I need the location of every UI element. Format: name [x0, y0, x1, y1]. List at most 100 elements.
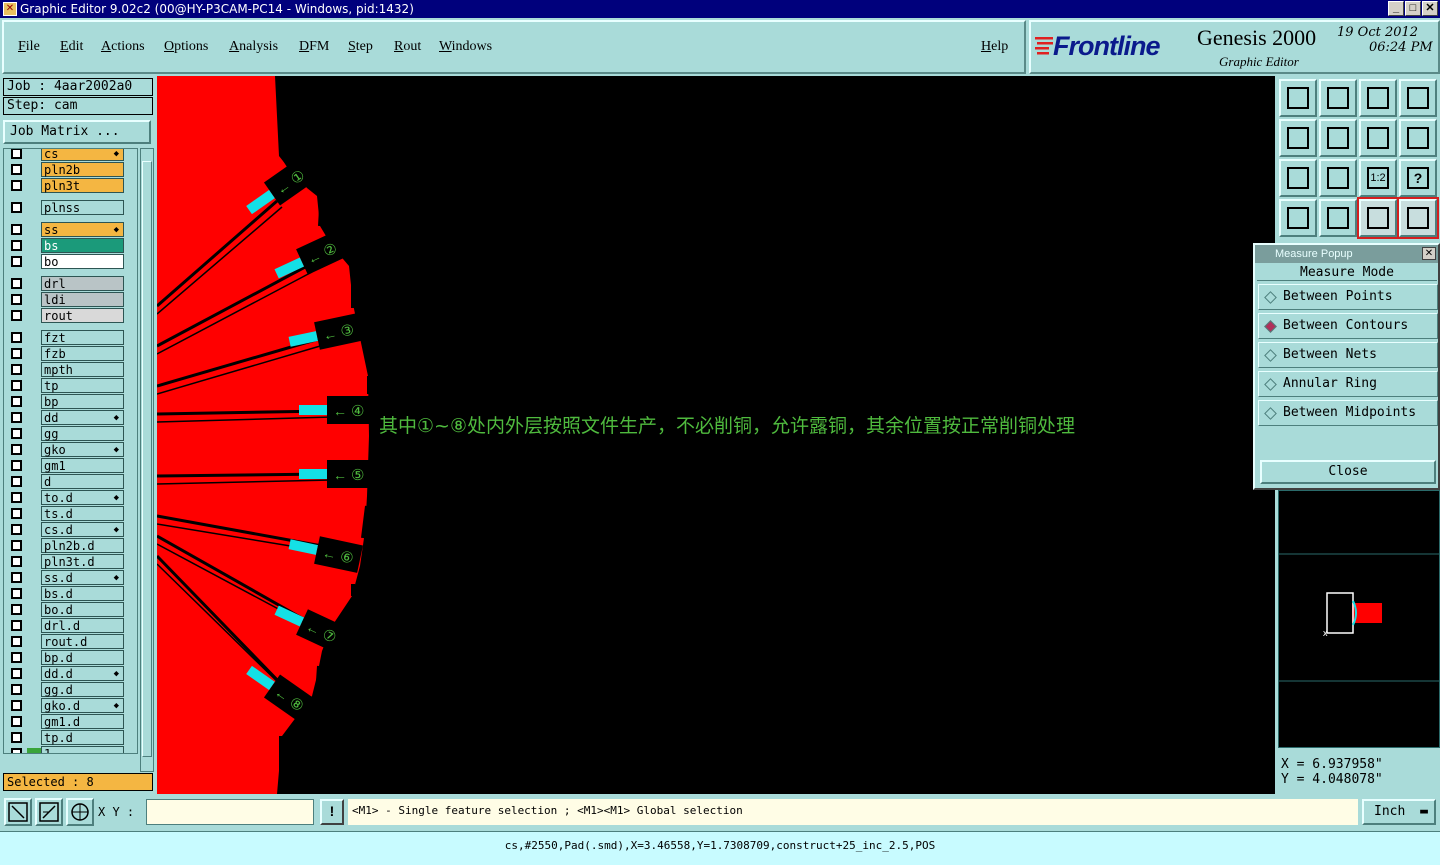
unit-select[interactable]: Inch ▬ — [1362, 799, 1436, 825]
help-button[interactable]: ? — [1399, 159, 1437, 197]
measure-close-button[interactable]: Close — [1260, 460, 1436, 484]
layer-checkbox[interactable] — [11, 540, 22, 551]
layer-checkbox[interactable] — [11, 508, 22, 519]
layer-row[interactable]: ts.d — [4, 506, 126, 521]
measure-option[interactable]: Between Contours — [1258, 313, 1438, 339]
menu-edit[interactable]: Edit — [60, 39, 83, 55]
layer-name[interactable]: gko.d ◆ — [41, 698, 124, 713]
layer-checkbox[interactable] — [11, 202, 22, 213]
layer-name[interactable]: ts.d — [41, 506, 124, 521]
layer-row[interactable]: dd ◆ — [4, 410, 126, 425]
layer-name[interactable]: pln2b — [41, 162, 124, 177]
layer-row[interactable]: d — [4, 474, 126, 489]
xy-input[interactable] — [146, 799, 314, 825]
layer-row[interactable]: gm1.d — [4, 714, 126, 729]
layers-display-button[interactable] — [1357, 197, 1399, 239]
layer-checkbox[interactable] — [11, 572, 22, 583]
screen-button[interactable] — [1399, 79, 1437, 117]
layer-row[interactable]: gg.d — [4, 682, 126, 697]
layer-name[interactable]: cs.d ◆ — [41, 522, 124, 537]
measure-option[interactable]: Between Midpoints — [1258, 400, 1438, 426]
layer-checkbox[interactable] — [11, 428, 22, 439]
layer-checkbox[interactable] — [11, 380, 22, 391]
layer-checkbox[interactable] — [11, 460, 22, 471]
layer-row[interactable]: mpth — [4, 362, 126, 377]
layer-row[interactable]: plnss — [4, 200, 126, 215]
layer-checkbox[interactable] — [11, 700, 22, 711]
layer-name[interactable]: ss.d ◆ — [41, 570, 124, 585]
layer-checkbox[interactable] — [11, 732, 22, 743]
layer-checkbox[interactable] — [11, 332, 22, 343]
layer-row[interactable]: pln2b.d — [4, 538, 126, 553]
layer-checkbox[interactable] — [11, 240, 22, 251]
layer-name[interactable]: d — [41, 474, 124, 489]
layer-row[interactable]: fzb — [4, 346, 126, 361]
layer-row[interactable]: gm1 — [4, 458, 126, 473]
home-button[interactable] — [1319, 79, 1357, 117]
layer-name[interactable]: ss ◆ — [41, 222, 124, 237]
layer-checkbox[interactable] — [11, 652, 22, 663]
layer-row[interactable]: tp.d — [4, 730, 126, 745]
layer-checkbox[interactable] — [11, 604, 22, 615]
measure-option[interactable]: Annular Ring — [1258, 371, 1438, 397]
layer-row[interactable]: bo.d — [4, 602, 126, 617]
layer-row[interactable]: rout.d — [4, 634, 126, 649]
layer-name[interactable]: tp.d — [41, 730, 124, 745]
layer-row[interactable]: rout — [4, 308, 126, 323]
layer-row[interactable]: ss ◆ — [4, 222, 126, 237]
layer-name[interactable]: cs ◆ — [41, 149, 124, 161]
layer-name[interactable]: gko ◆ — [41, 442, 124, 457]
layer-name[interactable]: ldi — [41, 292, 124, 307]
layer-checkbox[interactable] — [11, 310, 22, 321]
layer-row[interactable]: pln3t.d — [4, 554, 126, 569]
layer-name[interactable]: bs — [41, 238, 124, 253]
graphic-canvas[interactable]: ← ① ← ② ← ③ ← ④ ← ⑤ ← ⑥ ← ⑦ ← ⑧ 其中①~⑧处内外层按照文件生产，不必削铜，允许… — [157, 76, 1275, 794]
layer-name[interactable]: gm1.d — [41, 714, 124, 729]
house-button[interactable] — [1359, 79, 1397, 117]
layer-name[interactable]: gm1 — [41, 458, 124, 473]
layer-row[interactable]: bp.d — [4, 650, 126, 665]
undo-zoom-button[interactable] — [1359, 119, 1397, 157]
measure-option[interactable]: Between Nets — [1258, 342, 1438, 368]
layer-row[interactable]: pln2b — [4, 162, 126, 177]
layer-row[interactable]: ldi — [4, 292, 126, 307]
layer-row[interactable]: gko ◆ — [4, 442, 126, 457]
layer-checkbox[interactable] — [11, 164, 22, 175]
layer-row[interactable]: drl.d — [4, 618, 126, 633]
layer-name[interactable]: fzt — [41, 330, 124, 345]
layer-row[interactable]: gg — [4, 426, 126, 441]
layer-name[interactable]: 1 — [41, 746, 124, 753]
pan-right-button[interactable] — [1319, 119, 1357, 157]
layer-scrollbar[interactable] — [140, 148, 154, 772]
measure-popup-close-icon[interactable]: ✕ — [1422, 247, 1436, 260]
layer-checkbox[interactable] — [11, 278, 22, 289]
layer-row[interactable]: dd.d ◆ — [4, 666, 126, 681]
layer-checkbox[interactable] — [11, 492, 22, 503]
layer-name[interactable]: rout — [41, 308, 124, 323]
layer-name[interactable]: gg.d — [41, 682, 124, 697]
layer-row[interactable]: cs.d ◆ — [4, 522, 126, 537]
layer-name[interactable]: bo.d — [41, 602, 124, 617]
layer-checkbox[interactable] — [11, 748, 22, 753]
menu-actions[interactable]: Actions — [101, 39, 145, 55]
layer-checkbox[interactable] — [11, 524, 22, 535]
layer-name[interactable]: dd ◆ — [41, 410, 124, 425]
menu-help[interactable]: Help — [981, 39, 1008, 55]
layer-checkbox[interactable] — [11, 716, 22, 727]
settings-button[interactable] — [1279, 199, 1317, 237]
reload-button[interactable] — [1279, 79, 1317, 117]
menu-windows[interactable]: Windows — [439, 39, 492, 55]
menu-dfm[interactable]: DFM — [299, 39, 329, 55]
menu-file[interactable]: File — [18, 39, 40, 55]
layer-checkbox[interactable] — [11, 684, 22, 695]
scrollbar-thumb[interactable] — [142, 161, 152, 757]
layer-checkbox[interactable] — [11, 180, 22, 191]
layer-row[interactable]: pln3t — [4, 178, 126, 193]
layer-name[interactable]: dd.d ◆ — [41, 666, 124, 681]
job-matrix-button[interactable]: Job Matrix ... — [3, 120, 151, 144]
layer-row[interactable]: bs.d — [4, 586, 126, 601]
zoom-fit-button[interactable] — [1279, 159, 1317, 197]
grid-button[interactable] — [1319, 199, 1357, 237]
maximize-button[interactable]: □ — [1405, 1, 1421, 16]
layer-checkbox[interactable] — [11, 364, 22, 375]
